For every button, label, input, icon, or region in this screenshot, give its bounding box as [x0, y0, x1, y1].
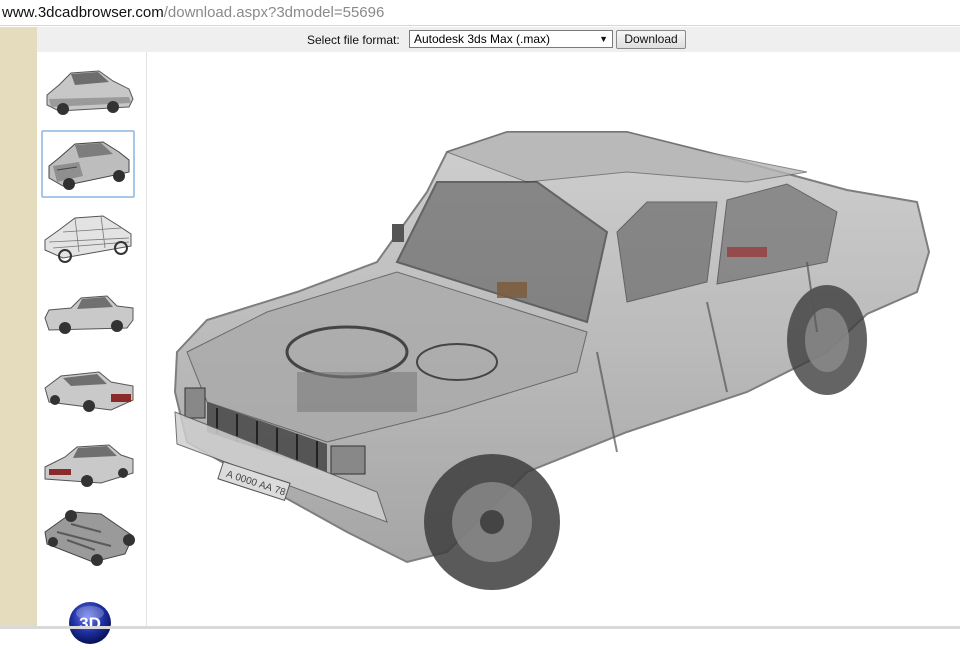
thumbnail-car-xray-front[interactable] — [41, 130, 135, 198]
url-path: /download.aspx?3dmodel=55696 — [163, 4, 385, 21]
download-button[interactable]: Download — [616, 30, 686, 49]
thumbnail-car-rear[interactable] — [41, 429, 135, 497]
page-content: Select file format: Autodesk 3ds Max (.m… — [0, 27, 960, 644]
thumbnail-car-rear-angle[interactable] — [41, 354, 135, 422]
file-format-selected: Autodesk 3ds Max (.max) — [414, 32, 551, 46]
thumbnail-car-wireframe[interactable] — [41, 204, 135, 272]
car-xray-render: А 0000 АА 78 — [173, 131, 931, 590]
thumbnail-sidebar: 3D — [37, 52, 147, 644]
3d-button-icon: 3D — [69, 602, 111, 644]
format-label: Select file format: — [307, 33, 400, 47]
url-domain: www.3dcadbrowser.com — [2, 4, 164, 21]
thumbnail-car-front-angle[interactable] — [41, 59, 135, 127]
download-toolbar: Select file format: Autodesk 3ds Max (.m… — [37, 27, 960, 52]
thumbnail-car-side[interactable] — [41, 280, 135, 348]
address-bar[interactable]: www.3dcadbrowser.com/download.aspx?3dmod… — [0, 0, 960, 26]
chevron-down-icon: ▼ — [599, 34, 608, 44]
file-format-select[interactable]: Autodesk 3ds Max (.max) ▼ — [409, 30, 613, 48]
model-viewer[interactable]: А 0000 АА 78 — [147, 52, 960, 629]
left-decorative-strip — [0, 27, 37, 629]
3d-view-button[interactable]: 3D — [66, 601, 114, 645]
svg-text:3D: 3D — [79, 614, 101, 633]
thumbnail-car-underside[interactable] — [41, 502, 135, 570]
